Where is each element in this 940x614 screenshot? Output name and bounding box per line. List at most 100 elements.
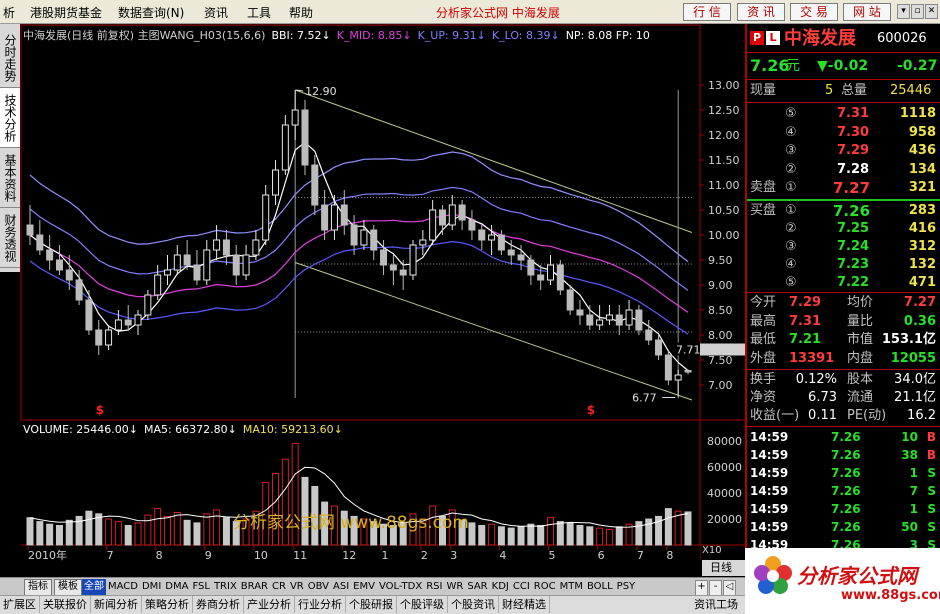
indicator-tab-全部[interactable]: 全部 xyxy=(82,579,106,595)
stat-value: 7.31 xyxy=(789,313,822,329)
indicator-tab-fsl[interactable]: FSL xyxy=(190,579,212,595)
sell-row[interactable]: ③ 7.29 436 xyxy=(747,142,940,160)
candle-body xyxy=(488,234,496,241)
indicator-tab-brar[interactable]: BRAR xyxy=(239,579,270,595)
close-icon[interactable]: ✕ xyxy=(925,4,938,19)
bottom-tab-5[interactable]: 产业分析 xyxy=(244,596,295,613)
bottom-tab-6[interactable]: 行业分析 xyxy=(295,596,346,613)
logo-name: 分析家公式网 xyxy=(797,564,917,588)
indicator-tab-vr[interactable]: VR xyxy=(288,579,306,595)
indicator-tab-cr[interactable]: CR xyxy=(270,579,288,595)
buy-row[interactable]: ④ 7.23 132 xyxy=(747,256,940,274)
tick-row: 14:59 7.26 7 S xyxy=(747,482,940,500)
candle-body xyxy=(252,239,260,256)
bottom-tab-3[interactable]: 策略分析 xyxy=(142,596,193,613)
buy-row[interactable]: 买盘 ① 7.26 283 xyxy=(747,202,940,220)
sell-row[interactable]: ② 7.28 134 xyxy=(747,161,940,179)
kline-chart[interactable]: 13.00 12.50 12.00 11.50 11.00 10.50 10.00 9.50 9… xyxy=(20,24,745,576)
indicator-tab-cci[interactable]: CCI xyxy=(511,579,532,595)
indicator-tab-boll[interactable]: BOLL xyxy=(585,579,615,595)
bottom-tab-4[interactable]: 券商分析 xyxy=(193,596,244,613)
divider xyxy=(747,292,940,293)
website-button[interactable]: 网 站 xyxy=(843,3,891,21)
candle-body xyxy=(547,264,555,281)
candle-body xyxy=(468,219,476,231)
sell-row[interactable]: ④ 7.30 958 xyxy=(747,124,940,142)
indicator-tab-指标[interactable]: 指标 xyxy=(24,579,52,595)
candle-body xyxy=(46,249,54,261)
sell-row[interactable]: ⑤ 7.31 1118 xyxy=(747,105,940,123)
tick-price: 7.26 xyxy=(831,484,861,498)
indicator-tab-wr[interactable]: WR xyxy=(444,579,465,595)
menu-item-tools[interactable]: 工具 xyxy=(247,4,271,21)
bottom-tab-8[interactable]: 个股评级 xyxy=(397,596,448,613)
volume-bar xyxy=(213,509,221,546)
volume-bar xyxy=(586,526,594,546)
indicator-tab-emv[interactable]: EMV xyxy=(351,579,377,595)
indicator-tab-trix[interactable]: TRIX xyxy=(212,579,239,595)
menu-bar: 析 港股期货基金 数据查询(N) 资讯 工具 帮助 分析家公式网 中海发展 行 … xyxy=(0,0,940,24)
volume-bar xyxy=(114,521,122,546)
indicator-tab-dmi[interactable]: DMI xyxy=(140,579,163,595)
indicator-tab-macd[interactable]: MACD xyxy=(106,579,140,595)
bottom-tab-10[interactable]: 财经精选 xyxy=(499,596,550,613)
candle-body xyxy=(85,299,93,331)
info-workshop-button[interactable]: 资讯工场 xyxy=(694,596,738,613)
buy-volume: 471 xyxy=(908,275,936,290)
sell-row[interactable]: 卖盘 ① 7.27 321 xyxy=(747,179,940,197)
candle-body xyxy=(105,329,113,346)
trade-button[interactable]: 交 易 xyxy=(790,3,838,21)
menu-item-news[interactable]: 资讯 xyxy=(204,4,228,21)
volume-header: VOLUME: 25446.00↓ MA5: 66372.80↓ MA10: 592… xyxy=(23,423,349,437)
indicator-tab-sar[interactable]: SAR xyxy=(465,579,489,595)
menu-item-data-query[interactable]: 数据查询(N) xyxy=(118,4,184,21)
indicator-tab-asi[interactable]: ASI xyxy=(331,579,351,595)
volume-bar xyxy=(547,517,555,546)
quote-button[interactable]: 行 信 xyxy=(683,3,731,21)
remove-indicator-button[interactable]: - xyxy=(709,580,722,595)
bottom-tab-1[interactable]: 关联报价 xyxy=(40,596,91,613)
indicator-tab-roc[interactable]: ROC xyxy=(532,579,558,595)
sell-volume: 321 xyxy=(908,180,936,195)
candle-body xyxy=(419,239,427,246)
tab-technical-analysis[interactable]: 技术分析 xyxy=(0,88,20,148)
buy-row[interactable]: ⑤ 7.22 471 xyxy=(747,274,940,292)
candle-body xyxy=(605,314,613,321)
menu-item-analysis[interactable]: 析 xyxy=(3,4,15,21)
indicator-tab-obv[interactable]: OBV xyxy=(306,579,331,595)
news-button[interactable]: 资 讯 xyxy=(737,3,785,21)
tick-time: 14:59 xyxy=(750,502,789,516)
bottom-tab-0[interactable]: 扩展区 xyxy=(0,596,40,613)
buy-volume: 132 xyxy=(908,257,936,272)
tab-intraday[interactable]: 分时走势 xyxy=(0,28,20,88)
tab-basic-info[interactable]: 基本资料 xyxy=(0,148,20,208)
indicator-tab-kdj[interactable]: KDJ xyxy=(490,579,511,595)
tick-row: 14:59 7.26 1 S xyxy=(747,464,940,482)
indicator-tab-dma[interactable]: DMA xyxy=(163,579,190,595)
indicator-tab-list: 指标 模板 全部 MACD DMI DMA FSL TRIX BRAR CR VR OBV ASI EMV… xyxy=(22,578,637,595)
sell-level: ① xyxy=(785,180,797,195)
volume-bar xyxy=(85,510,93,546)
indicator-tab-模板[interactable]: 模板 xyxy=(54,579,82,595)
indicator-tab-psy[interactable]: PSY xyxy=(615,579,638,595)
bottom-tab-7[interactable]: 个股研报 xyxy=(346,596,397,613)
candle-body xyxy=(272,169,280,196)
restore-icon[interactable]: ▫ xyxy=(911,4,924,19)
bottom-tab-2[interactable]: 新闻分析 xyxy=(91,596,142,613)
buy-row[interactable]: ③ 7.24 312 xyxy=(747,238,940,256)
tab-financials[interactable]: 财务透视 xyxy=(0,208,20,268)
price-change-pct: -0.27 xyxy=(897,58,938,74)
minimize-icon[interactable]: ▾ xyxy=(897,4,910,19)
candle-body xyxy=(370,229,378,251)
volume-bar xyxy=(556,521,564,546)
bottom-tab-9[interactable]: 个股资讯 xyxy=(448,596,499,613)
menu-item-hk-futures[interactable]: 港股期货基金 xyxy=(30,4,102,21)
indicator-tab-mtm[interactable]: MTM xyxy=(558,579,585,595)
price-tick-label: 8.50 xyxy=(708,304,733,317)
menu-item-help[interactable]: 帮助 xyxy=(289,4,313,21)
buy-row[interactable]: ② 7.25 416 xyxy=(747,220,940,238)
indicator-tab-vol-tdx[interactable]: VOL-TDX xyxy=(377,579,424,595)
indicator-tab-rsi[interactable]: RSI xyxy=(424,579,444,595)
scroll-left-icon[interactable]: ◁ xyxy=(723,580,736,595)
add-indicator-button[interactable]: + xyxy=(695,580,708,595)
